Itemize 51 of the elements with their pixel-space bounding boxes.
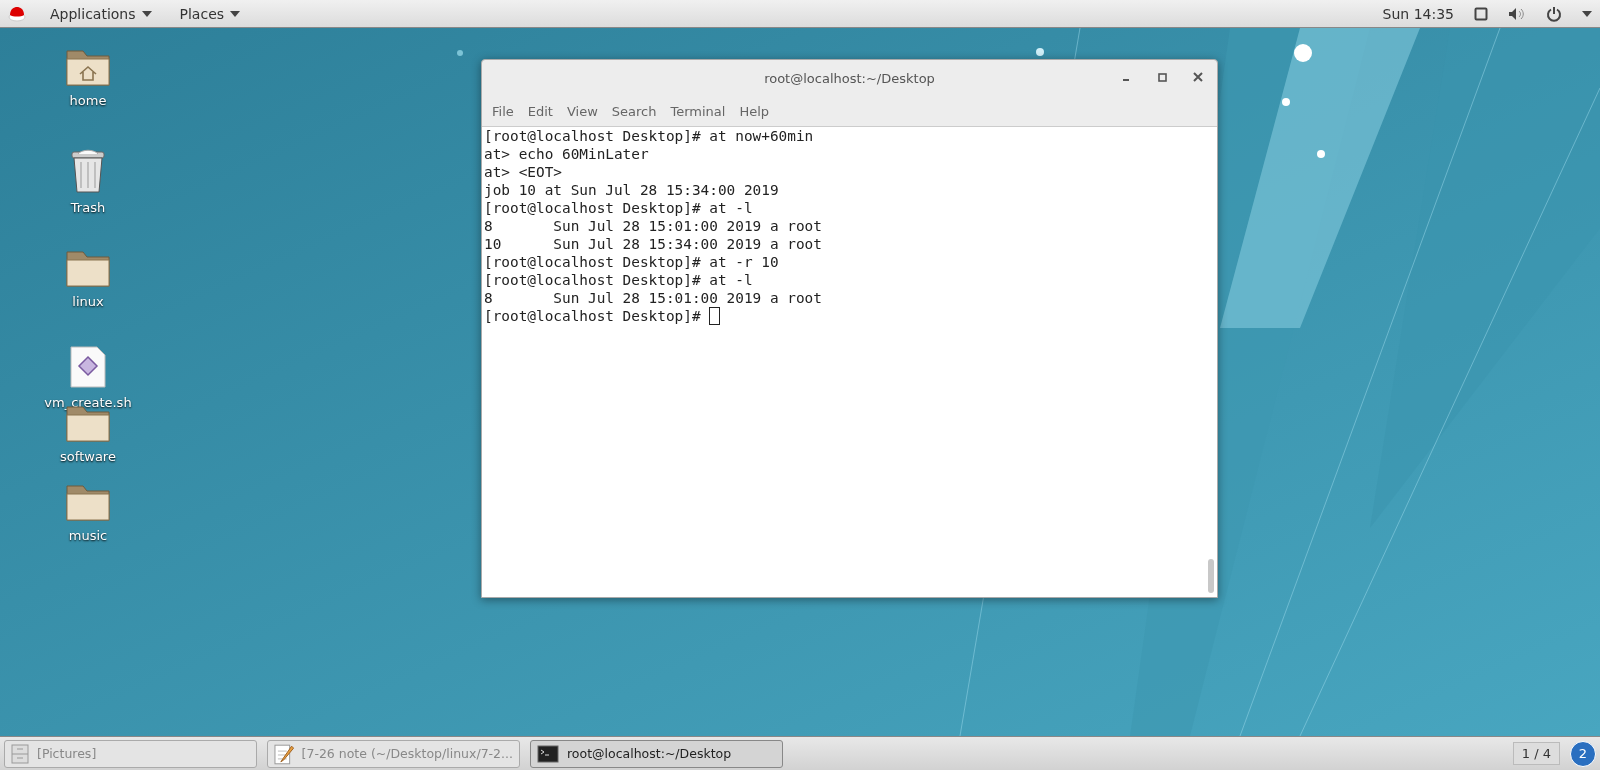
folder-icon — [65, 248, 111, 288]
screen-icon[interactable] — [1474, 6, 1488, 21]
workspace-indicator[interactable]: 1 / 4 — [1512, 742, 1560, 765]
taskbar-item[interactable]: root@localhost:~/Desktop — [530, 739, 783, 768]
window-title: root@localhost:~/Desktop — [764, 70, 935, 86]
file-cabinet-icon — [11, 743, 29, 764]
cursor — [709, 307, 721, 325]
scrollbar-thumb[interactable] — [1208, 559, 1214, 593]
terminal-line: 10 Sun Jul 28 15:34:00 2019 a root — [484, 235, 822, 253]
volume-icon[interactable] — [1508, 6, 1526, 21]
caret-icon[interactable] — [1582, 10, 1592, 17]
clock[interactable]: Sun 14:35 — [1382, 5, 1454, 22]
terminal-line: [root@localhost Desktop]# at -l — [484, 271, 753, 289]
terminal-line: at> <EOT> — [484, 163, 562, 181]
desktop-icon-label[interactable]: Trash — [70, 200, 106, 215]
top-menu[interactable]: Applications — [46, 5, 156, 22]
terminal-line: at> echo 60MinLater — [484, 145, 649, 163]
maximize-icon[interactable] — [1157, 72, 1167, 82]
desktop-icon-label[interactable]: linux — [72, 294, 104, 309]
desktop-icon-label[interactable]: music — [68, 528, 108, 543]
folder-icon — [65, 482, 111, 522]
menu-item[interactable]: Edit — [521, 101, 559, 121]
terminal-line: [root@localhost Desktop]# — [484, 307, 702, 325]
trash-icon — [68, 148, 108, 194]
desktop-icon-label[interactable]: home — [69, 93, 107, 108]
notification-badge[interactable]: 2 — [1570, 740, 1596, 767]
power-icon[interactable] — [1546, 5, 1562, 22]
menu-item[interactable]: View — [560, 101, 604, 121]
terminal-line: 8 Sun Jul 28 15:01:00 2019 a root — [484, 217, 822, 235]
taskbar-item[interactable]: [7-26 note (~/Desktop/linux/7-2... — [267, 739, 520, 768]
menu-item[interactable]: Help — [733, 101, 776, 121]
menu-item[interactable]: Search — [605, 101, 663, 121]
taskbar-item[interactable]: [Pictures] — [4, 739, 257, 768]
notepad-icon — [274, 742, 294, 765]
script-file-icon — [69, 345, 107, 389]
home-folder-icon — [65, 47, 111, 87]
terminal-icon — [537, 744, 559, 763]
terminal-line: 8 Sun Jul 28 15:01:00 2019 a root — [484, 289, 822, 307]
terminal-line: [root@localhost Desktop]# at -l — [484, 199, 753, 217]
terminal-line: job 10 at Sun Jul 28 15:34:00 2019 — [484, 181, 779, 199]
desktop-icon-label[interactable]: software — [60, 449, 116, 464]
desktop-icon-label[interactable]: vm_create.sh — [44, 395, 132, 410]
top-menu[interactable]: Places — [175, 5, 245, 22]
caret-icon — [230, 10, 241, 17]
terminal-line: [root@localhost Desktop]# at now+60min — [484, 127, 814, 145]
close-icon[interactable] — [1193, 72, 1203, 82]
caret-icon — [141, 10, 152, 17]
hat-logo — [8, 5, 26, 22]
menu-item[interactable]: File — [486, 101, 520, 121]
menu-item[interactable]: Terminal — [664, 101, 732, 121]
terminal-line: [root@localhost Desktop]# at -r 10 — [484, 253, 779, 271]
